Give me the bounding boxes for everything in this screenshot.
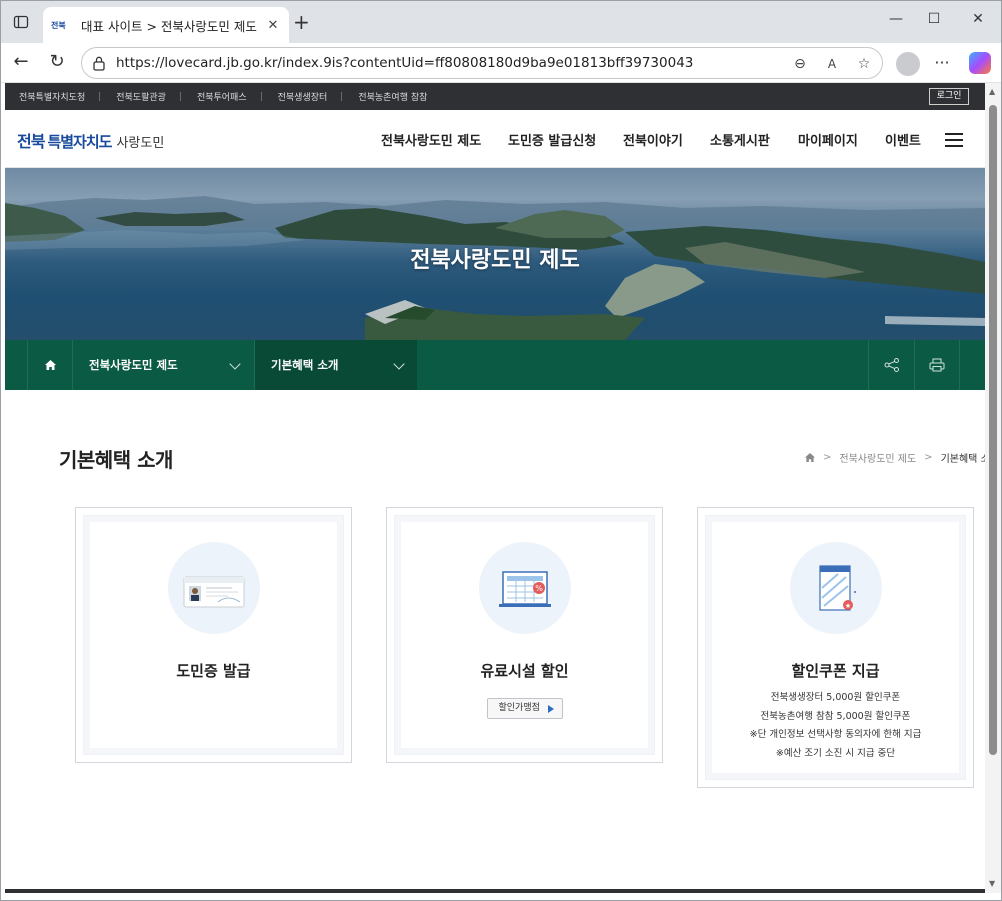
button-label: 할인가맹점: [498, 703, 540, 713]
benefit-card-discount: % 유료시설 할인 할인가맹점: [386, 507, 663, 763]
web-page: 전북특별자치도청 전북도팔관광 전북투어패스 전북생생장터 전북농촌여행 참참 …: [5, 83, 985, 893]
browser-window: 전북 대표 사이트 > 전북사랑도민 제도 ✕ + — ☐ ✕ ← ↻ http…: [0, 0, 1002, 901]
url-text: https://lovecard.jb.go.kr/index.9is?cont…: [116, 55, 694, 71]
home-button[interactable]: [27, 340, 73, 390]
utility-bar: 전북특별자치도청 전북도팔관광 전북투어패스 전북생생장터 전북농촌여행 참참 …: [5, 83, 985, 110]
divider: [179, 92, 181, 101]
utility-link[interactable]: 전북특별자치도청: [19, 90, 99, 103]
main-header: 전북 특별자치도 사랑도민 전북사랑도민 제도 도민증 발급신청 전북이야기 소…: [5, 110, 985, 168]
favicon-icon: 전북: [51, 20, 66, 30]
svg-text:★: ★: [844, 602, 850, 610]
discount-screen-icon: %: [478, 542, 571, 634]
sub-navigation: 전북사랑도민 제도 기본혜택 소개: [5, 340, 985, 390]
copilot-icon[interactable]: [969, 52, 991, 74]
home-icon[interactable]: [805, 453, 815, 462]
divider: [99, 92, 101, 101]
scrollbar[interactable]: ▲ ▼: [985, 83, 1001, 893]
tab-strip: 전북 대표 사이트 > 전북사랑도민 제도 ✕ + — ☐ ✕: [1, 1, 1001, 43]
reload-icon[interactable]: ↻: [45, 51, 69, 75]
breadcrumb-separator: >: [823, 452, 832, 463]
breadcrumb: > 전북사랑도민 제도 > 기본혜택 소: [805, 450, 985, 465]
print-icon: [929, 358, 945, 372]
menu-item[interactable]: 도민증 발급신청: [508, 130, 596, 149]
menu-item[interactable]: 이벤트: [885, 130, 921, 149]
breadcrumb-item[interactable]: 전북사랑도민 제도: [839, 450, 916, 465]
depth1-dropdown[interactable]: 전북사랑도민 제도: [73, 340, 255, 390]
tab-close-icon[interactable]: ✕: [265, 18, 281, 33]
divider: [260, 92, 262, 101]
logo-text: 특별자치도: [47, 133, 112, 151]
benefit-card-coupon: ★ 할인쿠폰 지급 전북생생장터 5,000원 할인쿠폰 전북농촌여행 참참 5…: [697, 507, 974, 788]
menu-item[interactable]: 전북사랑도민 제도: [381, 130, 481, 149]
site-logo[interactable]: 전북 특별자치도 사랑도민: [17, 128, 164, 152]
logo-text: 사랑도민: [116, 136, 165, 151]
play-arrow-icon: [547, 705, 554, 713]
login-button[interactable]: 로그인: [929, 88, 969, 105]
tab-title: 대표 사이트 > 전북사랑도민 제도: [81, 18, 257, 34]
depth1-label: 전북사랑도민 제도: [89, 358, 178, 372]
utility-link[interactable]: 전북생생장터: [278, 90, 342, 103]
minimize-icon[interactable]: —: [885, 11, 907, 27]
card-description: 전북생생장터 5,000원 할인쿠폰 전북농촌여행 참참 5,000원 할인쿠폰…: [698, 689, 973, 763]
page-title: 기본혜택 소개: [59, 448, 173, 472]
utility-link[interactable]: 전북농촌여행 참참: [358, 90, 441, 103]
desc-line: 전북생생장터 5,000원 할인쿠폰: [770, 692, 901, 703]
hero-title: 전북사랑도민 제도: [410, 248, 580, 273]
chevron-down-icon: [393, 358, 405, 370]
svg-text:%: %: [535, 584, 543, 593]
profile-avatar[interactable]: [896, 52, 920, 76]
id-card-icon: [167, 542, 260, 634]
address-bar[interactable]: https://lovecard.jb.go.kr/index.9is?cont…: [81, 47, 883, 79]
footer-edge: [5, 889, 985, 893]
home-icon: [44, 360, 56, 370]
desc-line: ※단 개인정보 선택사항 동의자에 한해 지급: [749, 729, 922, 740]
read-aloud-icon[interactable]: A: [822, 54, 842, 74]
card-title: 유료시설 할인: [480, 662, 569, 680]
lock-icon: [93, 56, 105, 71]
more-menu-icon[interactable]: ···: [930, 52, 954, 76]
divider: [341, 92, 343, 101]
discount-stores-button[interactable]: 할인가맹점: [486, 698, 563, 719]
menu-item[interactable]: 마이페이지: [798, 130, 858, 149]
breadcrumb-current: 기본혜택 소: [940, 454, 985, 465]
breadcrumb-separator: >: [924, 452, 933, 463]
new-tab-icon[interactable]: +: [293, 12, 310, 32]
coupon-icon: ★: [789, 542, 882, 634]
hero-banner: 전북사랑도민 제도: [5, 168, 985, 340]
scroll-down-icon[interactable]: ▼: [989, 879, 995, 888]
chevron-down-icon: [229, 358, 241, 370]
benefit-card-id: 도민증 발급: [75, 507, 352, 763]
print-button[interactable]: [914, 340, 960, 390]
logo-text: 전북: [17, 132, 45, 151]
depth2-label: 기본혜택 소개: [271, 358, 339, 372]
utility-link[interactable]: 전북도팔관광: [116, 90, 180, 103]
card-title: 할인쿠폰 지급: [791, 662, 880, 680]
zoom-icon[interactable]: ⊖: [790, 54, 810, 74]
menu-item[interactable]: 전북이야기: [623, 130, 683, 149]
maximize-icon[interactable]: ☐: [923, 11, 945, 27]
sidebar-toggle-icon[interactable]: [11, 12, 31, 32]
card-title: 도민증 발급: [176, 662, 251, 680]
share-button[interactable]: [868, 340, 914, 390]
desc-line: ※예산 조기 소진 시 지급 중단: [775, 747, 896, 759]
desc-line: 전북농촌여행 참참 5,000원 할인쿠폰: [760, 710, 911, 722]
browser-toolbar: ← ↻ https://lovecard.jb.go.kr/index.9is?…: [1, 43, 1001, 83]
share-icon: [884, 358, 899, 372]
utility-link[interactable]: 전북투어패스: [197, 90, 261, 103]
depth2-dropdown[interactable]: 기본혜택 소개: [255, 340, 417, 390]
window-close-icon[interactable]: ✕: [967, 11, 989, 27]
scroll-up-icon[interactable]: ▲: [989, 87, 995, 96]
back-icon[interactable]: ←: [9, 51, 33, 75]
favorite-star-icon[interactable]: ☆: [854, 54, 874, 74]
browser-tab[interactable]: 전북 대표 사이트 > 전북사랑도민 제도 ✕: [43, 7, 289, 43]
menu-item[interactable]: 소통게시판: [710, 130, 770, 149]
hamburger-menu-icon[interactable]: [945, 133, 963, 147]
scrollbar-thumb[interactable]: [989, 105, 997, 755]
